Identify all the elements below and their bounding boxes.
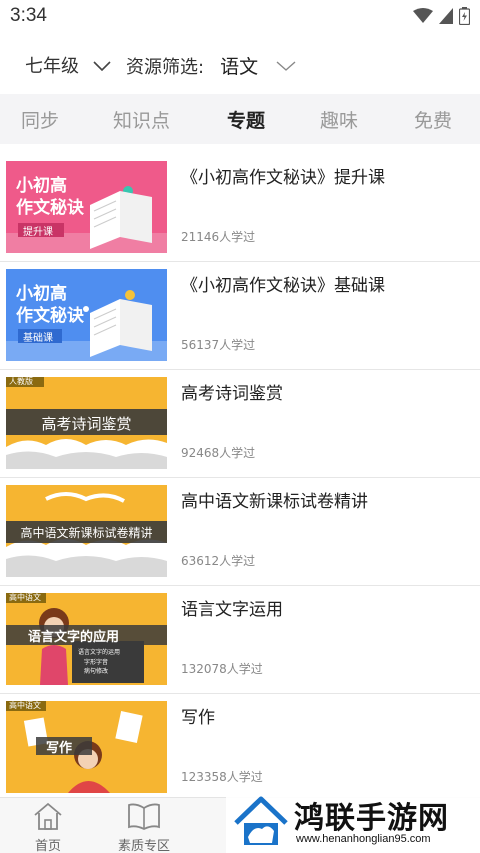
chevron-down-icon: [276, 55, 296, 76]
resource-filter-value: 语文: [220, 56, 259, 78]
resource-filter[interactable]: 资源筛选: 语文: [126, 52, 296, 79]
watermark-logo-icon: [232, 793, 290, 853]
tab-free[interactable]: 免费: [414, 106, 452, 133]
thumbnail-text: 小初高: [16, 176, 67, 196]
thumbnail-board-text: 字形字音: [84, 659, 109, 666]
nav-home-label: 首页: [34, 839, 61, 853]
learner-count: 21146人学过: [181, 230, 256, 244]
filter-bar: 七年级 资源筛选: 语文: [0, 34, 480, 92]
thumbnail-banner: 高考诗词鉴赏: [41, 415, 132, 433]
learner-count: 63612人学过: [181, 554, 256, 568]
course-thumbnail: 人教版 高考诗词鉴赏: [6, 377, 167, 469]
thumbnail-tag: 提升课: [23, 227, 53, 238]
learner-count: 123358人学过: [181, 770, 263, 784]
list-item[interactable]: 小初高 作文秘诀 提升课 《小初高作文秘诀》提升课 21146人学过: [0, 154, 480, 262]
course-title: 写作: [181, 708, 215, 728]
tab-topics[interactable]: 专题: [227, 106, 265, 133]
thumbnail-text: 作文秘诀: [16, 198, 84, 218]
thumbnail-text: 作文秘诀: [16, 306, 84, 326]
status-icons: [413, 7, 471, 29]
watermark: 鸿联手游网 www.henanhonglian95.com: [226, 787, 480, 853]
course-thumbnail: 小初高 作文秘诀 提升课: [6, 161, 167, 253]
thumbnail-board-text: 语言文字的运用: [78, 649, 121, 656]
signal-icon: [439, 8, 453, 28]
course-title: 《小初高作文秘诀》提升课: [181, 168, 385, 188]
course-thumbnail: 高中语文 写作: [6, 701, 167, 793]
list-item[interactable]: 小初高 作文秘诀 基础课 《小初高作文秘诀》基础课 56137人学过: [0, 262, 480, 370]
grade-dropdown[interactable]: 七年级: [25, 52, 111, 78]
nav-quality-zone-label: 素质专区: [117, 839, 170, 853]
list-item[interactable]: 高中语文 语言文字的应用 语言文字的运用 字形字音 病句修改 语言文字运用 13…: [0, 586, 480, 694]
learner-count: 132078人学过: [181, 662, 263, 676]
course-title: 《小初高作文秘诀》基础课: [181, 276, 385, 296]
course-title: 高中语文新课标试卷精讲: [181, 492, 368, 512]
chevron-down-icon: [93, 55, 111, 76]
thumbnail-corner-label: 高中语文: [9, 593, 41, 602]
learner-count: 56137人学过: [181, 338, 256, 352]
course-thumbnail: 高中语文 语言文字的应用 语言文字的运用 字形字音 病句修改: [6, 593, 167, 685]
status-bar: 3:34: [0, 0, 480, 34]
nav-home[interactable]: 首页: [8, 802, 88, 853]
tab-fun[interactable]: 趣味: [320, 106, 358, 133]
book-icon: [127, 803, 161, 834]
list-item[interactable]: 高中语文 写作 写作 123358人学过: [0, 694, 480, 802]
tab-knowledge[interactable]: 知识点: [113, 106, 170, 133]
tab-sync[interactable]: 同步: [21, 106, 59, 133]
course-thumbnail: 高中语文新课标试卷精讲: [6, 485, 167, 577]
resource-filter-label: 资源筛选:: [126, 56, 205, 78]
thumbnail-banner: 写作: [46, 741, 73, 756]
thumbnail-corner-label: 人教版: [9, 377, 33, 386]
thumbnail-banner: 高中语文新课标试卷精讲: [20, 526, 153, 540]
course-thumbnail: 小初高 作文秘诀 基础课: [6, 269, 167, 361]
list-item[interactable]: 高中语文新课标试卷精讲 高中语文新课标试卷精讲 63612人学过: [0, 478, 480, 586]
grade-value: 七年级: [25, 56, 79, 77]
battery-icon: [458, 7, 471, 29]
learner-count: 92468人学过: [181, 446, 256, 460]
watermark-text: 鸿联手游网: [294, 801, 449, 836]
status-time: 3:34: [10, 5, 47, 26]
thumbnail-banner: 语言文字的应用: [28, 630, 120, 645]
nav-quality-zone[interactable]: 素质专区: [104, 802, 184, 853]
thumbnail-corner-label: 高中语文: [9, 701, 41, 710]
watermark-url: www.henanhonglian95.com: [296, 833, 431, 845]
list-item[interactable]: 人教版 高考诗词鉴赏 高考诗词鉴赏 92468人学过: [0, 370, 480, 478]
course-title: 高考诗词鉴赏: [181, 384, 283, 404]
thumbnail-text: 小初高: [16, 284, 67, 304]
course-title: 语言文字运用: [181, 600, 283, 620]
home-icon: [32, 802, 64, 834]
thumbnail-board-text: 病句修改: [84, 668, 109, 675]
wifi-icon: [413, 8, 433, 28]
category-tabs: 同步 知识点 专题 趣味 免费: [0, 94, 480, 144]
thumbnail-tag: 基础课: [23, 333, 53, 344]
